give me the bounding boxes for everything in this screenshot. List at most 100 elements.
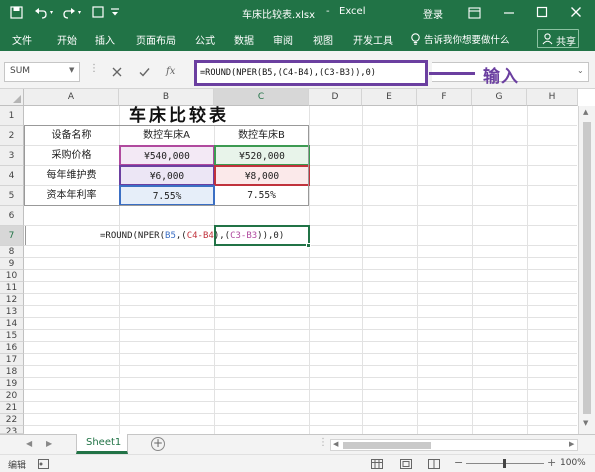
redo-icon[interactable] xyxy=(62,6,76,19)
row-header-15[interactable]: 15 xyxy=(0,330,24,342)
tab-scroll-right-icon[interactable]: ▶ xyxy=(46,439,52,448)
row-header-2[interactable]: 2 xyxy=(0,126,24,146)
scroll-down-icon[interactable]: ▼ xyxy=(583,419,588,427)
tab-splitter-grip-icon[interactable]: ⋮ xyxy=(318,437,328,448)
cell-a4[interactable]: 每年维护费 xyxy=(24,166,119,185)
row-header-17[interactable]: 17 xyxy=(0,354,24,366)
tell-me-search[interactable]: 告诉我你想要做什么 xyxy=(424,32,510,46)
row-header-7[interactable]: 7 xyxy=(0,226,24,246)
cell-c4[interactable]: ¥8,000 xyxy=(214,165,310,186)
row-header-21[interactable]: 21 xyxy=(0,402,24,414)
tab-page-layout[interactable]: 页面布局 xyxy=(136,32,176,47)
row-header-19[interactable]: 19 xyxy=(0,378,24,390)
worksheet-grid[interactable]: A B C D E F G H 1 2 3 4 5 6 7 8 9 10 11 … xyxy=(0,89,595,434)
vertical-scrollbar[interactable]: ▲ ▼ xyxy=(578,106,595,434)
minimize-icon[interactable] xyxy=(503,7,515,19)
cell-c5[interactable]: 7.55% xyxy=(214,186,309,205)
cell-c2[interactable]: 数控车床B xyxy=(214,126,309,145)
macro-recording-icon[interactable] xyxy=(38,459,49,469)
tab-formulas[interactable]: 公式 xyxy=(195,32,215,47)
cell-a3[interactable]: 采购价格 xyxy=(24,146,119,165)
touch-mode-icon[interactable] xyxy=(92,6,104,18)
enter-check-icon[interactable] xyxy=(139,67,150,77)
quick-access-dropdown-icon[interactable] xyxy=(110,7,120,17)
gridline xyxy=(24,365,577,366)
formula-input[interactable]: =ROUND(NPER(B5,(C4-B4),(C3-B3)),0) xyxy=(194,60,428,86)
login-link[interactable]: 登录 xyxy=(423,6,443,21)
cell-b4[interactable]: ¥6,000 xyxy=(119,165,215,186)
zoom-out-button[interactable]: − xyxy=(454,456,463,469)
row-header-20[interactable]: 20 xyxy=(0,390,24,402)
cell-c3[interactable]: ¥520,000 xyxy=(214,145,310,166)
sheet-tab-sheet1[interactable]: Sheet1 xyxy=(76,434,128,454)
row-header-10[interactable]: 10 xyxy=(0,270,24,282)
row-header-12[interactable]: 12 xyxy=(0,294,24,306)
tab-review[interactable]: 审阅 xyxy=(273,32,293,47)
tab-data[interactable]: 数据 xyxy=(234,32,254,47)
tab-scroll-left-icon[interactable]: ◀ xyxy=(26,439,32,448)
expand-formula-bar-icon[interactable]: ⌄ xyxy=(577,66,584,75)
maximize-icon[interactable] xyxy=(536,6,548,18)
normal-view-icon[interactable] xyxy=(371,459,383,469)
row-header-1[interactable]: 1 xyxy=(0,106,24,126)
page-layout-view-icon[interactable] xyxy=(400,459,412,469)
redo-dropdown-icon[interactable]: ▾ xyxy=(78,9,81,16)
column-header-d[interactable]: D xyxy=(309,89,362,106)
page-break-view-icon[interactable] xyxy=(428,459,440,469)
horizontal-scrollbar[interactable]: ◀ ▶ xyxy=(330,439,578,451)
scroll-thumb[interactable] xyxy=(583,122,591,414)
row-header-8[interactable]: 8 xyxy=(0,246,24,258)
hscroll-right-icon[interactable]: ▶ xyxy=(569,440,574,448)
column-header-g[interactable]: G xyxy=(472,89,527,106)
row-header-5[interactable]: 5 xyxy=(0,186,24,206)
column-header-f[interactable]: F xyxy=(417,89,472,106)
fill-handle[interactable] xyxy=(306,243,311,248)
sheet-title[interactable]: 车床比较表 xyxy=(119,106,239,126)
column-header-h[interactable]: H xyxy=(527,89,578,106)
cell-b5[interactable]: 7.55% xyxy=(119,185,215,206)
tab-insert[interactable]: 插入 xyxy=(95,32,115,47)
zoom-slider-thumb[interactable] xyxy=(503,459,506,468)
column-header-b[interactable]: B xyxy=(119,89,214,106)
row-header-18[interactable]: 18 xyxy=(0,366,24,378)
cancel-icon[interactable] xyxy=(112,67,122,77)
add-sheet-button[interactable]: + xyxy=(151,437,165,451)
gridline xyxy=(527,106,528,434)
share-button[interactable]: 共享 xyxy=(537,29,579,48)
ribbon-display-options-icon[interactable] xyxy=(468,7,481,19)
cell-a5[interactable]: 资本年利率 xyxy=(24,186,119,205)
formula-part: =ROUND(NPER( xyxy=(100,231,166,241)
undo-dropdown-icon[interactable]: ▾ xyxy=(50,9,53,16)
zoom-level[interactable]: 100% xyxy=(560,458,586,468)
undo-icon[interactable] xyxy=(34,6,48,19)
tab-file[interactable]: 文件 xyxy=(12,32,32,47)
cell-a2[interactable]: 设备名称 xyxy=(24,126,119,145)
tab-home[interactable]: 开始 xyxy=(57,32,77,47)
hscroll-thumb[interactable] xyxy=(343,442,431,449)
row-header-23[interactable]: 23 xyxy=(0,426,24,434)
save-icon[interactable] xyxy=(10,6,23,19)
row-header-4[interactable]: 4 xyxy=(0,166,24,186)
column-header-c[interactable]: C xyxy=(214,89,309,106)
row-header-9[interactable]: 9 xyxy=(0,258,24,270)
scroll-up-icon[interactable]: ▲ xyxy=(583,108,588,116)
column-header-e[interactable]: E xyxy=(362,89,417,106)
hscroll-left-icon[interactable]: ◀ xyxy=(333,440,338,448)
row-header-11[interactable]: 11 xyxy=(0,282,24,294)
tab-developer[interactable]: 开发工具 xyxy=(353,32,393,47)
cell-b3[interactable]: ¥540,000 xyxy=(119,145,215,166)
row-header-22[interactable]: 22 xyxy=(0,414,24,426)
cell-b2[interactable]: 数控车床A xyxy=(119,126,214,145)
tab-view[interactable]: 视图 xyxy=(313,32,333,47)
close-icon[interactable] xyxy=(570,6,582,18)
row-header-16[interactable]: 16 xyxy=(0,342,24,354)
row-header-14[interactable]: 14 xyxy=(0,318,24,330)
name-box-dropdown-icon[interactable]: ▼ xyxy=(69,66,74,74)
select-all-corner[interactable] xyxy=(0,89,24,106)
zoom-in-button[interactable]: + xyxy=(547,456,556,469)
row-header-3[interactable]: 3 xyxy=(0,146,24,166)
insert-function-icon[interactable]: fx xyxy=(166,66,175,77)
row-header-6[interactable]: 6 xyxy=(0,206,24,226)
column-header-a[interactable]: A xyxy=(24,89,119,106)
row-header-13[interactable]: 13 xyxy=(0,306,24,318)
